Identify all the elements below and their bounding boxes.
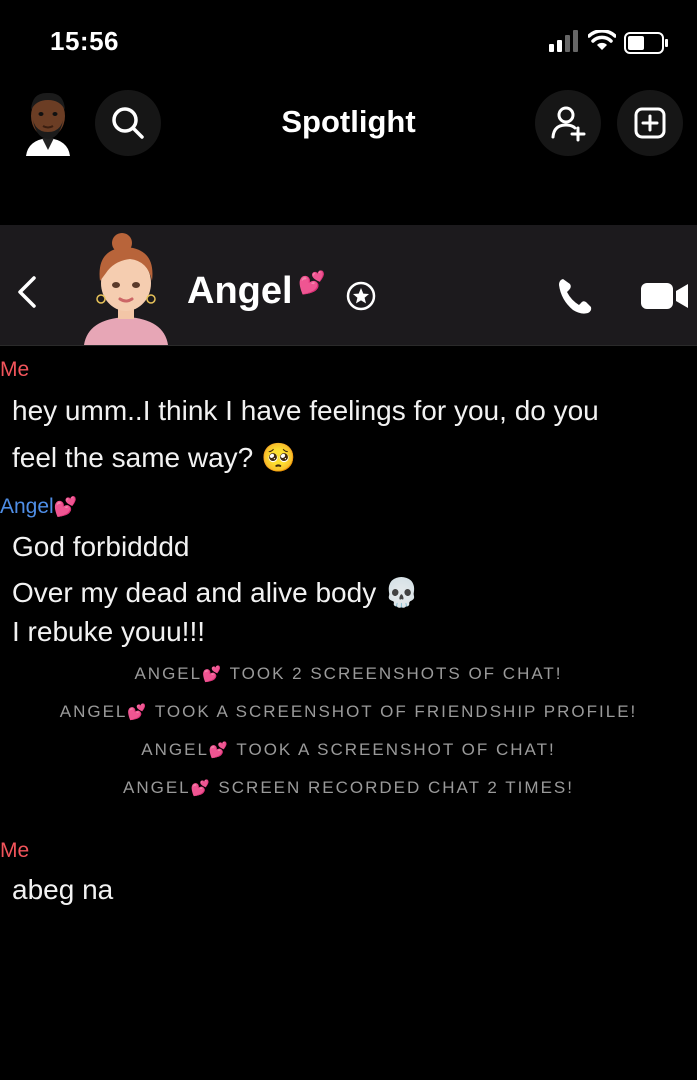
notice-text: TOOK A SCREENSHOT OF FRIENDSHIP PROFILE! bbox=[154, 702, 638, 721]
message-line[interactable]: God forbidddd bbox=[12, 524, 189, 570]
star-badge-icon bbox=[346, 281, 376, 311]
notice-name: ANGEL bbox=[59, 702, 128, 721]
sender-label-me: Me bbox=[0, 839, 30, 862]
two-hearts-icon: 💕 bbox=[190, 779, 212, 797]
message-line[interactable]: feel the same way? 🥺 bbox=[12, 435, 296, 481]
sender-label-me: Me bbox=[0, 358, 30, 381]
system-notice: ANGEL💕 TOOK 2 SCREENSHOTS OF CHAT! bbox=[0, 664, 697, 684]
phone-icon[interactable] bbox=[555, 276, 595, 316]
back-icon[interactable] bbox=[10, 272, 44, 312]
notice-text: TOOK A SCREENSHOT OF CHAT! bbox=[236, 740, 556, 759]
friend-name[interactable]: Angel bbox=[187, 270, 293, 313]
message-line[interactable]: abeg na bbox=[12, 867, 113, 913]
battery-icon bbox=[624, 32, 668, 54]
notice-text: TOOK 2 SCREENSHOTS OF CHAT! bbox=[229, 664, 563, 683]
signal-icon bbox=[549, 30, 578, 52]
new-chat-icon bbox=[634, 107, 666, 139]
notice-text: SCREEN RECORDED CHAT 2 TIMES! bbox=[218, 778, 574, 797]
notice-name: ANGEL bbox=[141, 740, 209, 759]
two-hearts-icon: 💕 bbox=[127, 703, 149, 721]
status-time: 15:56 bbox=[50, 26, 119, 56]
wifi-icon bbox=[588, 30, 616, 50]
two-hearts-icon: 💕 bbox=[202, 665, 224, 683]
notice-name: ANGEL bbox=[134, 664, 203, 683]
system-notice: ANGEL💕 TOOK A SCREENSHOT OF CHAT! bbox=[0, 740, 697, 760]
system-notice: ANGEL💕 TOOK A SCREENSHOT OF FRIENDSHIP P… bbox=[0, 702, 697, 722]
bitmoji-avatar-angel[interactable] bbox=[76, 231, 176, 345]
two-hearts-icon: 💕 bbox=[298, 271, 326, 296]
chat-header: Angel 💕 bbox=[0, 225, 697, 346]
video-icon[interactable] bbox=[640, 281, 690, 311]
top-bar: Spotlight bbox=[0, 90, 697, 160]
add-friend-button[interactable] bbox=[535, 90, 601, 156]
notice-name: ANGEL bbox=[123, 778, 191, 797]
add-friend-icon bbox=[551, 106, 586, 142]
new-chat-button[interactable] bbox=[617, 90, 683, 156]
system-notice: ANGEL💕 SCREEN RECORDED CHAT 2 TIMES! bbox=[0, 778, 697, 798]
two-hearts-icon: 💕 bbox=[208, 741, 230, 759]
status-bar: 15:56 bbox=[0, 0, 697, 80]
message-line[interactable]: hey umm..I think I have feelings for you… bbox=[12, 388, 599, 434]
sender-label-angel: Angel💕 bbox=[0, 495, 77, 519]
sender-name: Angel bbox=[0, 495, 54, 518]
message-line[interactable]: I rebuke youu!!! bbox=[12, 609, 205, 655]
two-hearts-icon: 💕 bbox=[53, 496, 78, 518]
